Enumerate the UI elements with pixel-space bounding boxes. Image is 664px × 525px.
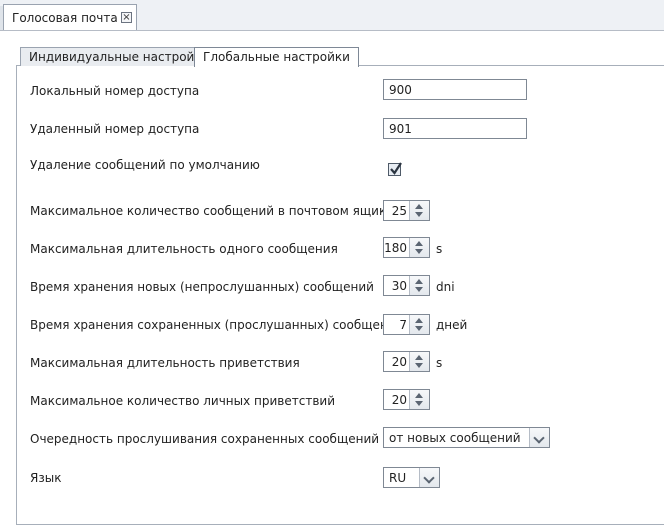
max-greeting-length-unit: s (436, 356, 443, 370)
spinner-arrows-icon[interactable] (409, 201, 429, 220)
language-label: Язык (30, 471, 62, 485)
close-icon[interactable]: × (121, 12, 132, 23)
playback-order-label: Очередность прослушивания сохраненных со… (30, 432, 380, 446)
max-messages-value: 25 (391, 204, 407, 218)
spinner-arrows-icon[interactable] (409, 315, 429, 334)
max-message-length-value: 180 (384, 241, 407, 255)
max-messages-spinner[interactable]: 25 (383, 200, 430, 221)
max-messages-label: Максимальное количество сообщений в почт… (30, 204, 394, 218)
local-access-number-input[interactable]: 900 (383, 79, 527, 100)
max-greeting-length-spinner[interactable]: 20 (383, 351, 430, 372)
max-personal-greetings-label: Максимальное количество личных приветств… (30, 394, 335, 408)
new-retention-value: 30 (391, 279, 407, 293)
language-select[interactable]: RU (383, 467, 440, 488)
max-message-length-spinner[interactable]: 180 (383, 237, 430, 258)
checkmark-icon (390, 162, 402, 175)
new-retention-unit: dni (436, 280, 455, 294)
new-retention-spinner[interactable]: 30 (383, 275, 430, 296)
remote-access-number-label: Удаленный номер доступа (30, 122, 200, 136)
spinner-arrows-icon[interactable] (409, 352, 429, 371)
spinner-arrows-icon[interactable] (409, 238, 429, 257)
spinner-arrows-icon[interactable] (409, 276, 429, 295)
remote-access-number-input[interactable]: 901 (383, 118, 527, 139)
language-value: RU (389, 471, 407, 485)
max-greeting-length-value: 20 (391, 355, 407, 369)
saved-retention-label: Время хранения сохраненных (прослушанных… (30, 318, 404, 332)
max-message-length-label: Максимальная длительность одного сообщен… (30, 242, 338, 256)
document-tab-strip: Голосовая почта × (0, 0, 664, 31)
max-message-length-unit: s (436, 242, 443, 256)
saved-retention-value: 7 (399, 318, 407, 332)
chevron-down-icon[interactable] (419, 468, 439, 487)
delete-messages-default-checkbox[interactable] (388, 162, 402, 176)
new-retention-label: Время хранения новых (непрослушанных) со… (30, 280, 374, 294)
tab-voicemail-title: Голосовая почта (12, 11, 118, 25)
local-access-number-label: Локальный номер доступа (30, 84, 200, 98)
delete-messages-default-label: Удаление сообщений по умолчанию (30, 158, 260, 172)
tab-global-settings[interactable]: Глобальные настройки (194, 47, 359, 67)
playback-order-select[interactable]: от новых сообщений (383, 427, 550, 448)
max-greeting-length-label: Максимальная длительность приветствия (30, 356, 300, 370)
playback-order-value: от новых сообщений (389, 431, 521, 445)
saved-retention-unit: дней (436, 318, 468, 332)
saved-retention-spinner[interactable]: 7 (383, 314, 430, 335)
chevron-down-icon[interactable] (529, 428, 549, 447)
max-personal-greetings-spinner[interactable]: 20 (383, 389, 430, 410)
spinner-arrows-icon[interactable] (409, 390, 429, 409)
tab-individual-settings[interactable]: Индивидуальные настройки (20, 47, 219, 66)
settings-panel: Индивидуальные настройки Глобальные наст… (0, 31, 664, 525)
tab-voicemail[interactable]: Голосовая почта × (3, 4, 137, 30)
max-personal-greetings-value: 20 (391, 393, 407, 407)
